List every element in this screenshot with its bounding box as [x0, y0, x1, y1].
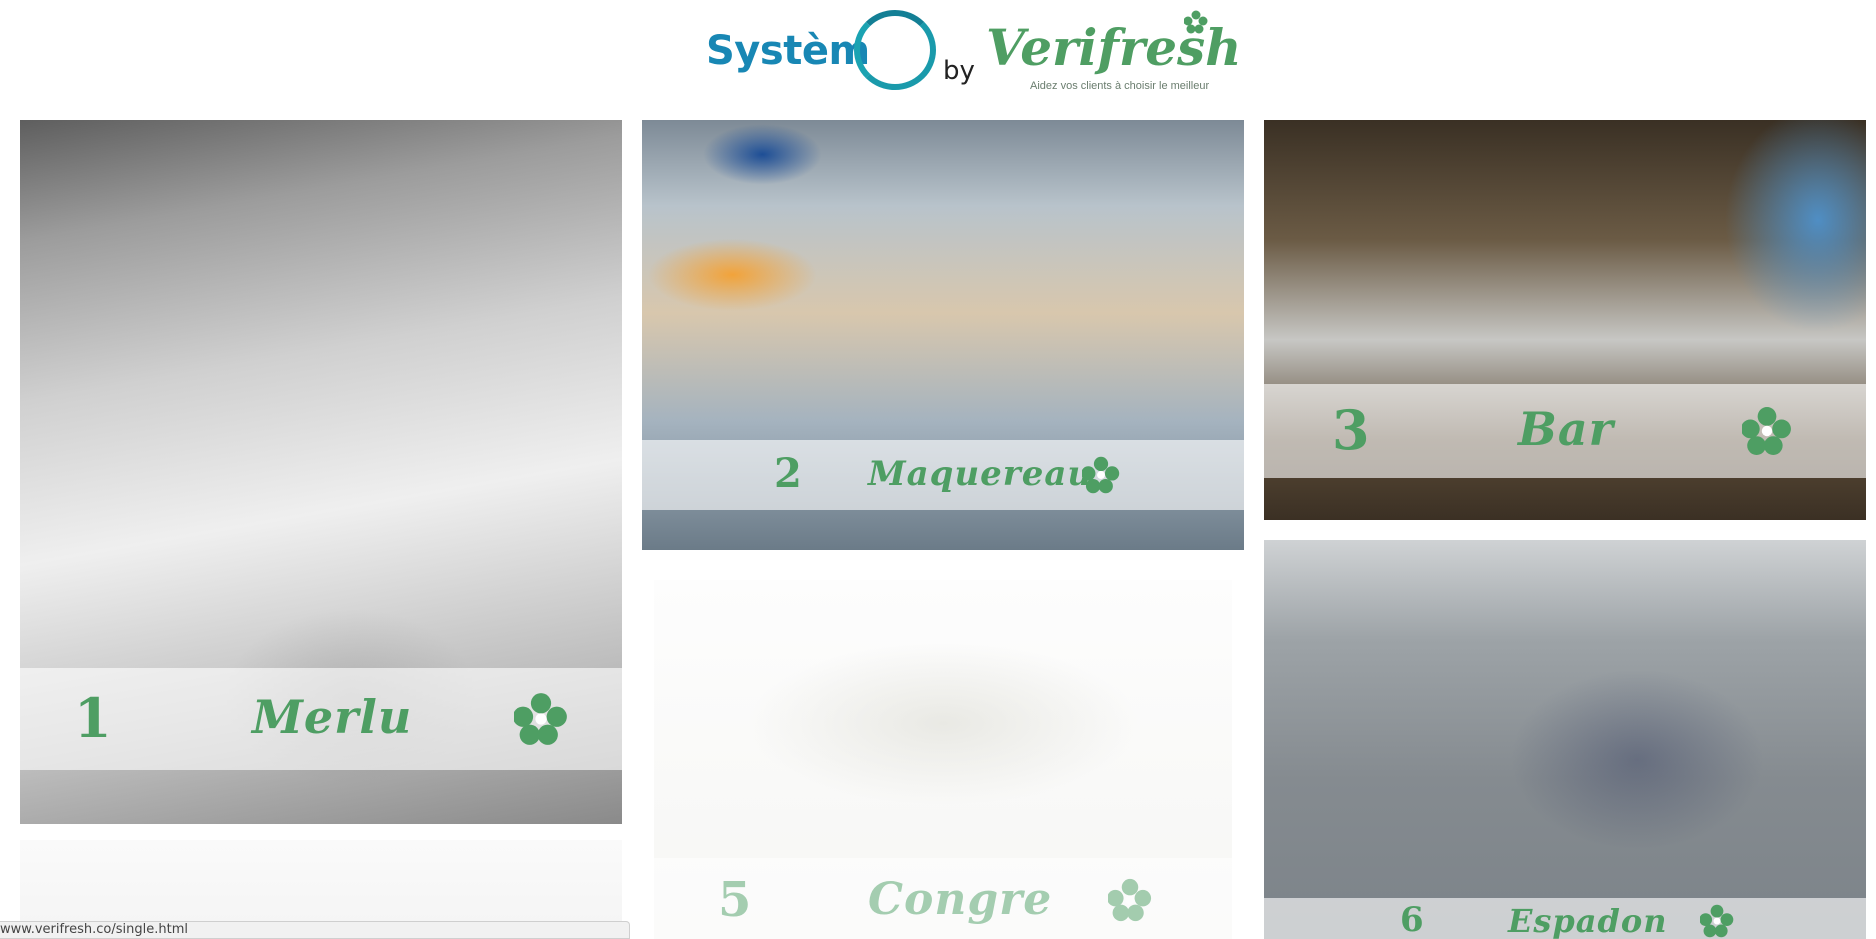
card-number: 5: [718, 872, 752, 928]
logo-brand-systemo: Systèm: [706, 28, 870, 74]
product-card-bar[interactable]: 3 Bar: [1264, 120, 1866, 520]
flower-icon: [514, 693, 567, 745]
status-url: www.verifresh.co/single.html: [0, 922, 188, 937]
card-label-band: 2 Maquereau: [642, 440, 1244, 510]
card-label-band: 6 Espadon: [1264, 898, 1866, 939]
product-card-congre[interactable]: 5 Congre: [654, 580, 1232, 939]
site-logo[interactable]: Systèm by Verifresh Aidez vos clients à …: [700, 0, 1242, 110]
flower-icon: [1108, 878, 1152, 922]
card-title: Espadon: [1508, 902, 1668, 939]
espadon-photo: [1264, 540, 1866, 939]
card-number: 3: [1332, 398, 1370, 462]
card-title: Congre: [868, 874, 1053, 925]
card-title: Bar: [1518, 402, 1614, 456]
flower-icon: [1742, 407, 1791, 455]
card-title: Merlu: [252, 690, 413, 744]
card-number: 1: [74, 686, 112, 750]
card-label-band: 1 Merlu: [20, 668, 622, 770]
product-card-merlu[interactable]: 1 Merlu: [20, 120, 622, 824]
card-number: 2: [774, 450, 802, 497]
card-label-band: 3 Bar: [1264, 384, 1866, 478]
card-title: Maquereau: [868, 454, 1094, 494]
flower-icon: [1700, 904, 1734, 938]
card-number: 6: [1400, 900, 1424, 939]
leaf-icon: [1184, 10, 1208, 34]
logo-ring-icon: [854, 10, 936, 90]
card-label-band: 5 Congre: [654, 858, 1232, 939]
browser-status-bar: www.verifresh.co/single.html: [0, 921, 630, 939]
logo-by: by: [943, 56, 975, 86]
product-card-maquereau[interactable]: 2 Maquereau: [642, 120, 1244, 550]
flower-icon: [1082, 456, 1120, 494]
logo-tagline: Aidez vos clients à choisir le meilleur: [1030, 80, 1210, 92]
product-card-espadon[interactable]: 6 Espadon: [1264, 540, 1866, 939]
